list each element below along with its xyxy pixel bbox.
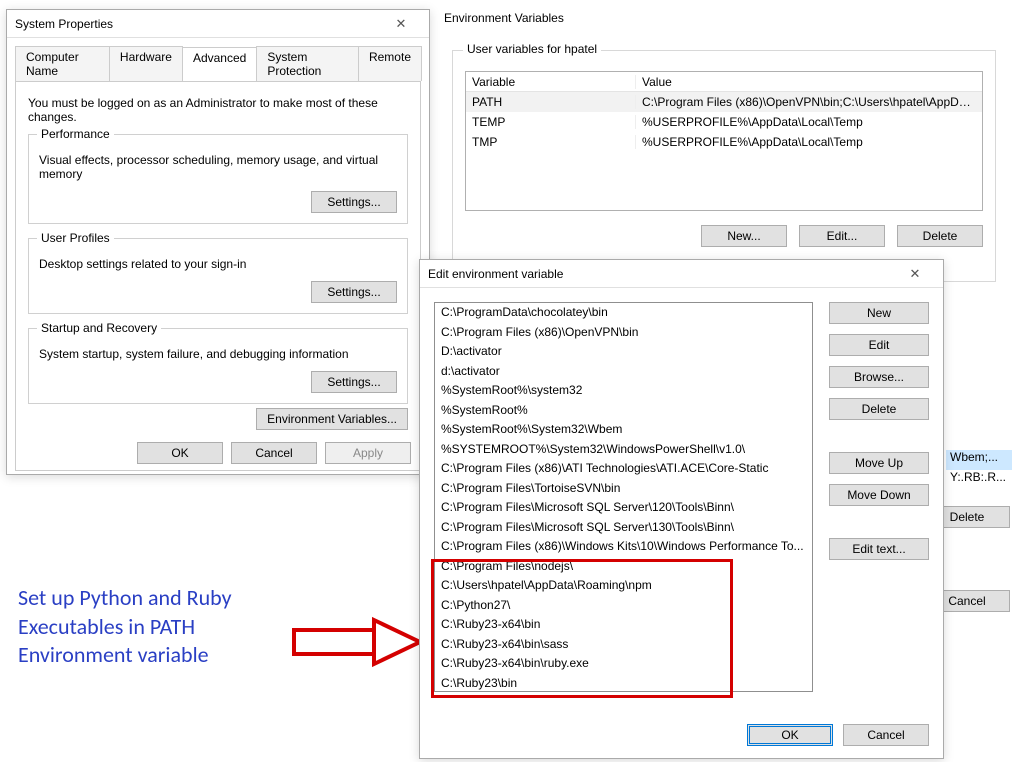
user-vars-delete-button[interactable]: Delete	[897, 225, 983, 247]
list-item[interactable]: C:\Program Files\Microsoft SQL Server\12…	[435, 498, 812, 518]
list-item[interactable]: C:\Program Files\Microsoft SQL Server\13…	[435, 518, 812, 538]
editdlg-ok-button[interactable]: OK	[747, 724, 833, 746]
annotation-arrow-icon	[290, 610, 430, 680]
close-icon[interactable]	[381, 14, 421, 34]
list-item[interactable]: d:\activator	[435, 362, 812, 382]
list-item[interactable]: C:\Ruby23-x64\bin\ruby.exe	[435, 654, 812, 674]
tab-hardware[interactable]: Hardware	[109, 46, 183, 81]
user-vars-new-button[interactable]: New...	[701, 225, 787, 247]
admin-notice: You must be logged on as an Administrato…	[28, 96, 408, 124]
edit-text-button[interactable]: Edit text...	[829, 538, 929, 560]
list-item[interactable]: C:\Program Files\TortoiseSVN\bin	[435, 479, 812, 499]
edit-environment-variable-dialog: Edit environment variable C:\ProgramData…	[419, 259, 944, 759]
close-icon[interactable]	[895, 264, 935, 284]
fragment-row: Y:.RB:.R...	[946, 470, 1012, 490]
list-item[interactable]: %SystemRoot%	[435, 401, 812, 421]
sysprops-apply-button[interactable]: Apply	[325, 442, 411, 464]
list-item[interactable]: C:\Ruby23-x64\bin	[435, 615, 812, 635]
startup-legend: Startup and Recovery	[37, 321, 161, 335]
list-item[interactable]: C:\Python27\	[435, 596, 812, 616]
fragment-row: Wbem;...	[946, 450, 1012, 470]
performance-desc: Visual effects, processor scheduling, me…	[39, 153, 397, 181]
system-vars-fragment: Wbem;... Y:.RB:.R... Delete Cancel	[946, 320, 1012, 612]
sysprops-title: System Properties	[15, 17, 113, 31]
list-item[interactable]: %SYSTEMROOT%\System32\WindowsPowerShell\…	[435, 440, 812, 460]
list-item[interactable]: C:\Program Files\nodejs\	[435, 557, 812, 577]
list-item[interactable]: C:\Ruby23-x64\bin\sass	[435, 635, 812, 655]
tab-remote[interactable]: Remote	[358, 46, 422, 81]
user-profiles-desc: Desktop settings related to your sign-in	[39, 257, 397, 271]
tab-system-protection[interactable]: System Protection	[256, 46, 359, 81]
list-item[interactable]: D:\activator	[435, 342, 812, 362]
env-title: Environment Variables	[444, 11, 564, 25]
environment-variables-button[interactable]: Environment Variables...	[256, 408, 408, 430]
performance-group: Performance Visual effects, processor sc…	[28, 134, 408, 224]
col-variable: Variable	[466, 75, 636, 89]
list-item[interactable]: C:\ProgramData\chocolatey\bin	[435, 303, 812, 323]
list-item[interactable]: C:\Users\hpatel\AppData\Roaming\npm	[435, 576, 812, 596]
table-row[interactable]: TEMP %USERPROFILE%\AppData\Local\Temp	[466, 112, 982, 132]
user-variables-group: User variables for hpatel Variable Value…	[452, 50, 996, 282]
editdlg-title: Edit environment variable	[428, 267, 563, 281]
delete-button[interactable]: Delete	[829, 398, 929, 420]
tab-advanced[interactable]: Advanced	[182, 47, 257, 82]
browse-button[interactable]: Browse...	[829, 366, 929, 388]
tab-content-advanced: You must be logged on as an Administrato…	[15, 81, 421, 471]
list-item[interactable]: C:\Ruby23\bin	[435, 674, 812, 693]
tab-computer-name[interactable]: Computer Name	[15, 46, 110, 81]
list-item[interactable]: C:\Program Files (x86)\OpenVPN\bin	[435, 323, 812, 343]
list-item[interactable]: %SystemRoot%\System32\Wbem	[435, 420, 812, 440]
move-up-button[interactable]: Move Up	[829, 452, 929, 474]
performance-settings-button[interactable]: Settings...	[311, 191, 397, 213]
edit-button[interactable]: Edit	[829, 334, 929, 356]
user-variables-legend: User variables for hpatel	[463, 42, 601, 56]
user-profiles-legend: User Profiles	[37, 231, 114, 245]
startup-recovery-group: Startup and Recovery System startup, sys…	[28, 328, 408, 404]
user-profiles-group: User Profiles Desktop settings related t…	[28, 238, 408, 314]
sysprops-titlebar[interactable]: System Properties	[7, 10, 429, 38]
performance-legend: Performance	[37, 127, 114, 141]
move-down-button[interactable]: Move Down	[829, 484, 929, 506]
sysprops-ok-button[interactable]: OK	[137, 442, 223, 464]
table-header: Variable Value	[466, 72, 982, 92]
editdlg-titlebar[interactable]: Edit environment variable	[420, 260, 943, 288]
startup-settings-button[interactable]: Settings...	[311, 371, 397, 393]
list-item[interactable]: C:\Program Files (x86)\Windows Kits\10\W…	[435, 537, 812, 557]
env-titlebar: Environment Variables	[436, 4, 1012, 32]
list-item[interactable]: C:\Program Files (x86)\ATI Technologies\…	[435, 459, 812, 479]
system-properties-dialog: System Properties Computer Name Hardware…	[6, 9, 430, 475]
table-row[interactable]: PATH C:\Program Files (x86)\OpenVPN\bin;…	[466, 92, 982, 112]
editdlg-cancel-button[interactable]: Cancel	[843, 724, 929, 746]
new-button[interactable]: New	[829, 302, 929, 324]
sysprops-tabs: Computer Name Hardware Advanced System P…	[15, 46, 421, 81]
editdlg-side-buttons: New Edit Browse... Delete Move Up Move D…	[829, 302, 929, 744]
user-vars-edit-button[interactable]: Edit...	[799, 225, 885, 247]
col-value: Value	[636, 75, 982, 89]
profiles-settings-button[interactable]: Settings...	[311, 281, 397, 303]
sysprops-cancel-button[interactable]: Cancel	[231, 442, 317, 464]
path-entries-listbox[interactable]: C:\ProgramData\chocolatey\binC:\Program …	[434, 302, 813, 692]
table-row[interactable]: TMP %USERPROFILE%\AppData\Local\Temp	[466, 132, 982, 152]
list-item[interactable]: %SystemRoot%\system32	[435, 381, 812, 401]
user-variables-table[interactable]: Variable Value PATH C:\Program Files (x8…	[465, 71, 983, 211]
startup-desc: System startup, system failure, and debu…	[39, 347, 397, 361]
